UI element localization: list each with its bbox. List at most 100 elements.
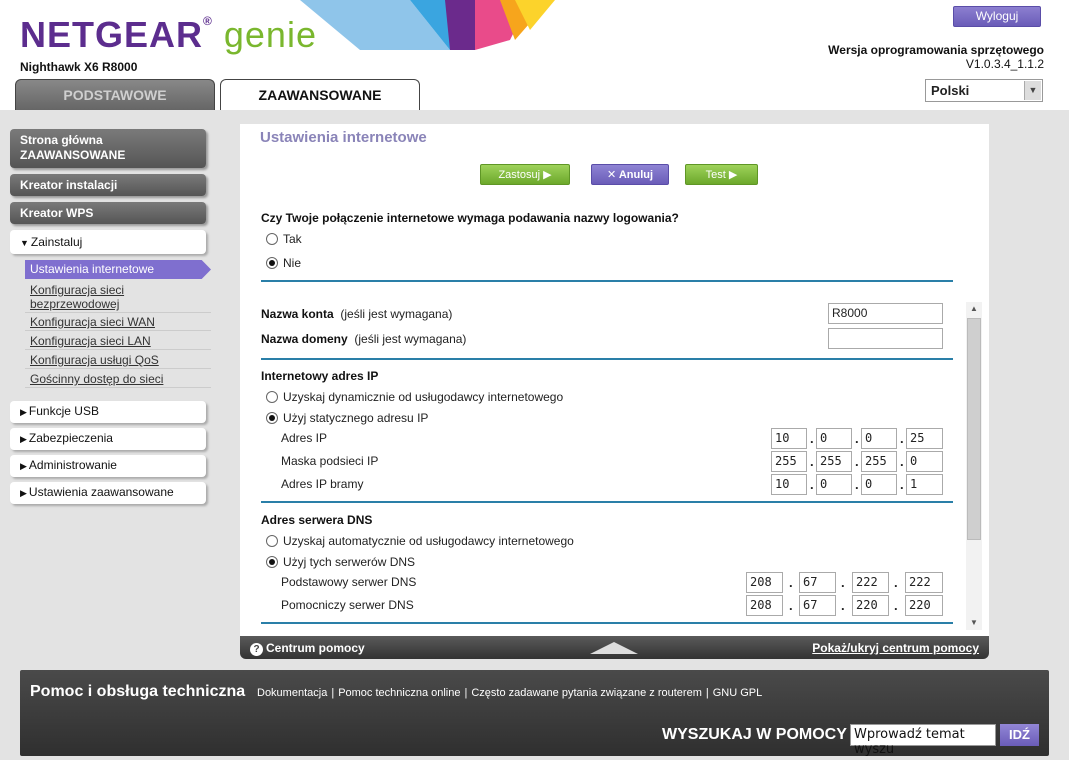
gateway-octet-2[interactable]: 0 <box>816 474 852 495</box>
sidebar-advanced-label: Ustawienia zaawansowane <box>28 485 174 499</box>
radio-ip-static[interactable] <box>266 412 278 424</box>
dns-section-title: Adres serwera DNS <box>261 513 373 527</box>
dns-primary-octet-3[interactable]: 222 <box>852 572 889 593</box>
sidebar-sub-wireless-line2[interactable]: bezprzewodowej <box>25 296 211 313</box>
content-panel: Ustawienia internetowe Zastosuj ▶ ✕ Anul… <box>240 124 989 636</box>
radio-dns-auto[interactable] <box>266 535 278 547</box>
chevron-down-icon[interactable]: ▼ <box>1024 81 1041 100</box>
help-icon: ? <box>250 643 263 656</box>
support-footer: Pomoc i obsługa techniczna Dokumentacja |… <box>20 670 1049 757</box>
footer-links: Dokumentacja | Pomoc techniczna online | Czę… <box>257 687 763 699</box>
scroll-up-icon[interactable]: ▲ <box>966 302 982 316</box>
ip-octet-1[interactable]: 10 <box>771 428 807 449</box>
radio-dns-manual[interactable] <box>266 556 278 568</box>
tab-advanced[interactable]: ZAAWANSOWANE <box>220 79 420 111</box>
triangle-right-icon: ▶ <box>20 407 27 417</box>
radio-no[interactable] <box>266 257 278 269</box>
language-value: Polski <box>931 83 970 98</box>
link-documentation[interactable]: Dokumentacja <box>257 687 327 699</box>
ip-static-label: Użyj statycznego adresu IP <box>283 411 429 425</box>
sidebar-item-usb[interactable]: ▶ Funkcje USB <box>10 401 206 423</box>
ip-static-row[interactable]: Użyj statycznego adresu IP <box>266 411 428 425</box>
subnet-octet-1[interactable]: 255 <box>771 451 807 472</box>
link-faq[interactable]: Często zadawane pytania związane z route… <box>471 687 702 699</box>
help-center-label: Centrum pomocy <box>266 641 365 655</box>
help-center-bar: ? Centrum pomocy Pokaż/ukryj centrum pomo… <box>240 636 989 659</box>
dns-primary-octet-2[interactable]: 67 <box>799 572 836 593</box>
sidebar-sub-guest[interactable]: Gościnny dostęp do sieci <box>25 371 211 388</box>
sidebar-install-label: Zainstaluj <box>30 235 83 249</box>
ip-octet-2[interactable]: 0 <box>816 428 852 449</box>
account-name-label: Nazwa konta (jeśli jest wymagana) <box>261 307 453 321</box>
radio-yes-row[interactable]: Tak <box>266 232 302 246</box>
gateway-octet-1[interactable]: 10 <box>771 474 807 495</box>
subnet-octet-3[interactable]: 255 <box>861 451 897 472</box>
sidebar-item-admin[interactable]: ▶ Administrowanie <box>10 455 206 477</box>
sidebar-item-security[interactable]: ▶ Zabezpieczenia <box>10 428 206 450</box>
sidebar-item-wps-wizard[interactable]: Kreator WPS <box>10 202 206 224</box>
sidebar-item-setup-wizard[interactable]: Kreator instalacji <box>10 174 206 196</box>
ip-octet-3[interactable]: 0 <box>861 428 897 449</box>
gateway-label: Adres IP bramy <box>281 477 364 491</box>
scroll-down-icon[interactable]: ▼ <box>966 616 982 630</box>
dns-secondary-octet-3[interactable]: 220 <box>852 595 889 616</box>
link-online-support[interactable]: Pomoc techniczna online <box>338 687 460 699</box>
search-help-input[interactable]: Wprowadź temat wyszu <box>850 724 996 757</box>
logout-button[interactable]: Wyloguj <box>953 6 1041 27</box>
radio-yes[interactable] <box>266 233 278 245</box>
expand-arrow-icon[interactable] <box>590 642 638 654</box>
dns-secondary-label: Pomocniczy serwer DNS <box>281 598 414 612</box>
cancel-button[interactable]: ✕ Anuluj <box>591 164 669 185</box>
dns-primary-octet-4[interactable]: 222 <box>905 572 943 593</box>
sidebar-sub-lan[interactable]: Konfiguracja sieci LAN <box>25 333 211 350</box>
firmware-label: Wersja oprogramowania sprzętowego <box>828 43 1044 57</box>
domain-name-input[interactable] <box>828 328 943 349</box>
radio-no-label: Nie <box>283 256 302 270</box>
subnet-octet-2[interactable]: 255 <box>816 451 852 472</box>
gateway-octet-4[interactable]: 1 <box>906 474 943 495</box>
dns-manual-row[interactable]: Użyj tych serwerów DNS <box>266 555 415 569</box>
help-center-link[interactable]: ? Centrum pomocy <box>250 641 365 656</box>
account-name-input[interactable]: R8000 <box>828 303 943 324</box>
toggle-help-link[interactable]: Pokaż/ukryj centrum pomocy <box>812 641 979 655</box>
tab-basic[interactable]: PODSTAWOWE <box>15 79 215 110</box>
brand-text: NETGEAR <box>20 14 204 55</box>
sidebar-item-install[interactable]: ▼ Zainstaluj <box>10 230 206 254</box>
ip-dynamic-row[interactable]: Uzyskaj dynamicznie od usługodawcy inter… <box>266 390 563 404</box>
search-go-button[interactable]: IDŹ <box>1000 724 1039 746</box>
triangle-right-icon: ▶ <box>20 488 27 498</box>
scrollbar[interactable]: ▲ ▼ <box>966 302 982 630</box>
radio-no-row[interactable]: Nie <box>266 256 301 270</box>
triangle-right-icon: ▶ <box>20 434 27 444</box>
sidebar-sub-internet-settings[interactable]: Ustawienia internetowe <box>25 260 211 279</box>
registered-mark: ® <box>203 14 213 28</box>
page-title: Ustawienia internetowe <box>260 129 427 146</box>
dns-secondary-octet-1[interactable]: 208 <box>746 595 783 616</box>
gateway-octet-3[interactable]: 0 <box>861 474 897 495</box>
ip-octet-4[interactable]: 25 <box>906 428 943 449</box>
link-gpl[interactable]: GNU GPL <box>713 687 763 699</box>
firmware-version: V1.0.3.4_1.1.2 <box>965 57 1044 71</box>
dns-auto-label: Uzyskaj automatycznie od usługodawcy int… <box>283 534 574 548</box>
login-question: Czy Twoje połączenie internetowe wymaga … <box>261 211 679 225</box>
sidebar-admin-label: Administrowanie <box>28 458 117 472</box>
sidebar-sub-qos[interactable]: Konfiguracja usługi QoS <box>25 352 211 369</box>
netgear-logo: NETGEAR® genie <box>20 14 317 56</box>
scrollbar-thumb[interactable] <box>967 318 981 540</box>
dns-auto-row[interactable]: Uzyskaj automatycznie od usługodawcy int… <box>266 534 574 548</box>
dns-primary-octet-1[interactable]: 208 <box>746 572 783 593</box>
sidebar-home-line2: ZAAWANSOWANE <box>20 148 126 162</box>
test-button[interactable]: Test ▶ <box>685 164 758 185</box>
dns-secondary-octet-2[interactable]: 67 <box>799 595 836 616</box>
sidebar-sub-wan[interactable]: Konfiguracja sieci WAN <box>25 314 211 331</box>
search-help-label: WYSZUKAJ W POMOCY <box>662 726 847 743</box>
ip-address-label: Adres IP <box>281 431 328 445</box>
language-select[interactable]: Polski ▼ <box>925 79 1043 102</box>
settings-scroll-area[interactable]: Nazwa konta (jeśli jest wymagana) R8000 … <box>240 302 989 634</box>
apply-button[interactable]: Zastosuj ▶ <box>480 164 570 185</box>
dns-secondary-octet-4[interactable]: 220 <box>905 595 943 616</box>
radio-ip-dynamic[interactable] <box>266 391 278 403</box>
subnet-octet-4[interactable]: 0 <box>906 451 943 472</box>
sidebar-item-home[interactable]: Strona główna ZAAWANSOWANE <box>10 129 206 168</box>
sidebar-item-advanced[interactable]: ▶ Ustawienia zaawansowane <box>10 482 206 504</box>
